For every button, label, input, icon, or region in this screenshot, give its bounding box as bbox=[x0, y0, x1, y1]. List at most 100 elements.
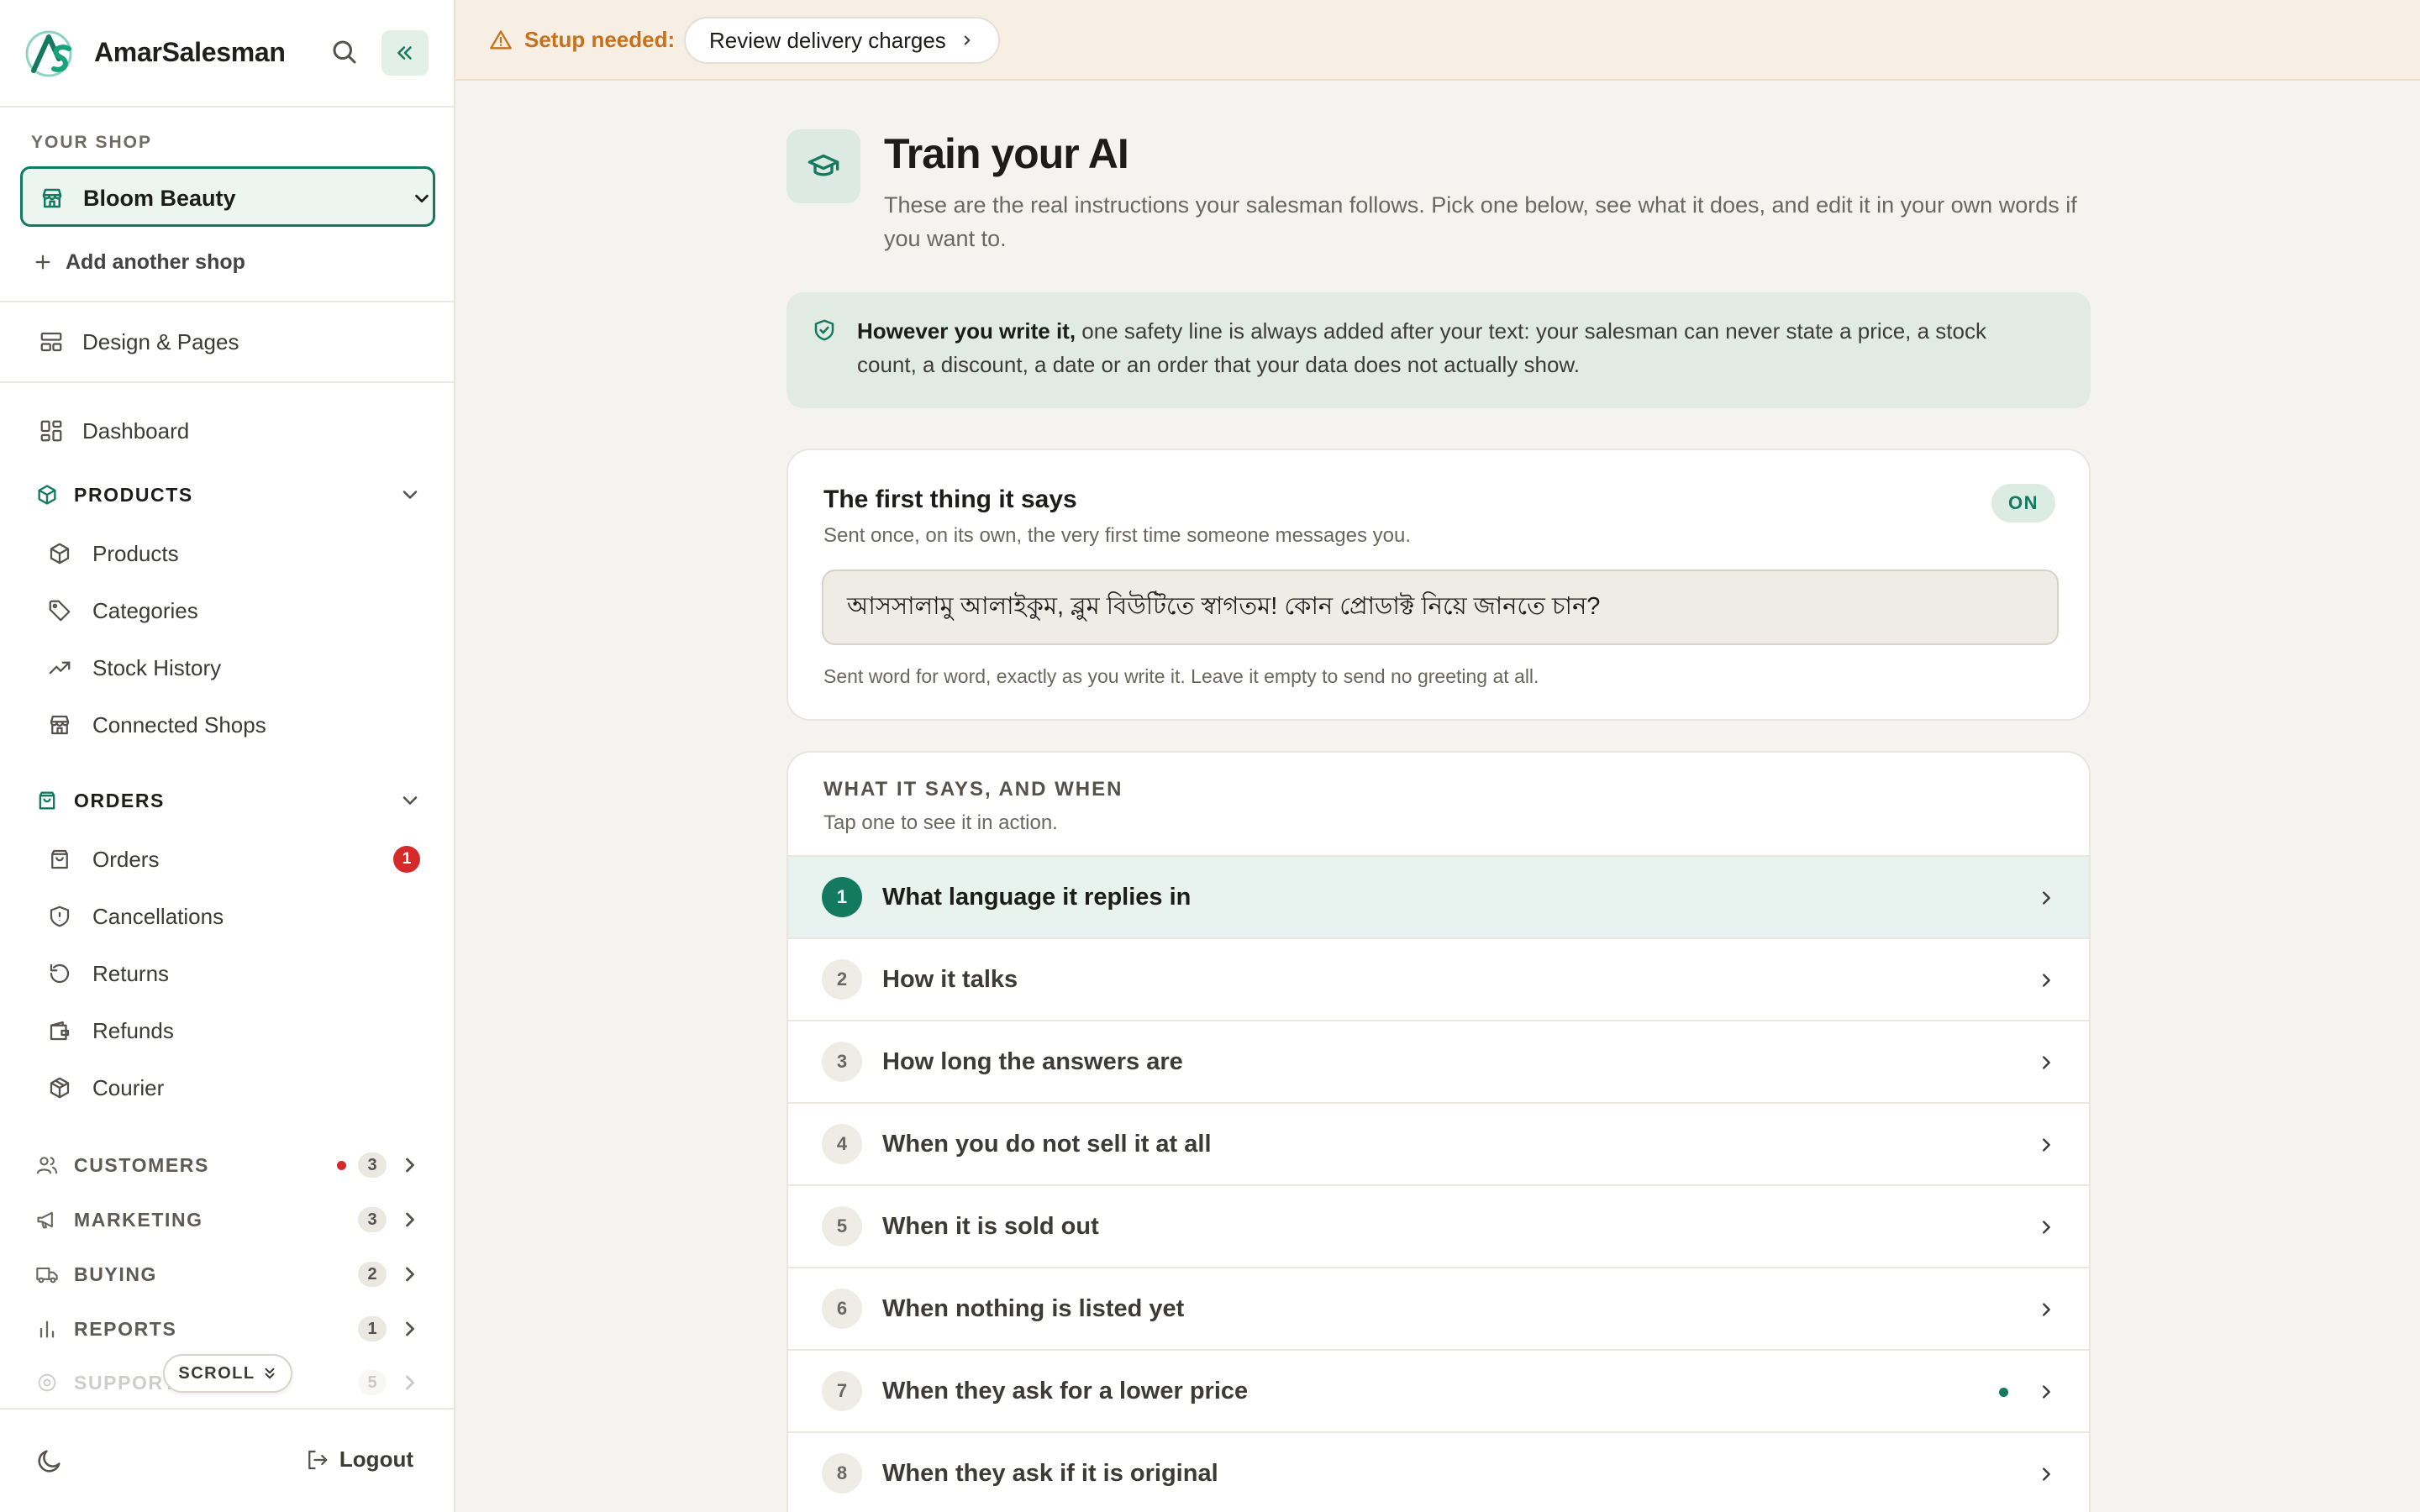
tag-icon bbox=[49, 600, 71, 622]
truck-icon bbox=[36, 1267, 58, 1284]
chevron-right-icon bbox=[2043, 1138, 2050, 1152]
rules-list: 1 What language it replies in 2 How it talk… bbox=[788, 855, 2089, 1512]
sidebar-group-orders[interactable]: ORDERS bbox=[35, 784, 422, 817]
sidebar-divider bbox=[0, 381, 454, 383]
group-label: SUPPORT bbox=[74, 1371, 177, 1394]
chevron-down-icon bbox=[402, 491, 418, 499]
sidebar-item-categories[interactable]: Categories bbox=[47, 594, 420, 627]
logout-icon bbox=[308, 1450, 328, 1469]
sidebar-item-courier[interactable]: Courier bbox=[47, 1071, 420, 1105]
chevron-right-icon bbox=[406, 1212, 414, 1227]
reports-count: 1 bbox=[358, 1316, 387, 1341]
rule-label: When nothing is listed yet bbox=[882, 1294, 1185, 1322]
main-content: Train your AI These are the real instruc… bbox=[455, 81, 2420, 1512]
rule-number: 2 bbox=[822, 959, 862, 1000]
chevron-right-icon bbox=[2043, 1056, 2050, 1069]
add-shop-button[interactable]: Add another shop bbox=[34, 247, 245, 277]
chevron-right-icon bbox=[2043, 1385, 2050, 1399]
rule-number: 5 bbox=[822, 1206, 862, 1247]
rule-row[interactable]: 4 When you do not sell it at all bbox=[788, 1104, 2089, 1186]
rules-list-card: WHAT IT SAYS, AND WHEN Tap one to see it… bbox=[786, 751, 2091, 1512]
rule-number: 4 bbox=[822, 1124, 862, 1164]
brand-name: AmarSalesman bbox=[94, 37, 286, 67]
chevron-right-icon bbox=[406, 1158, 414, 1173]
greeting-status-toggle[interactable]: ON bbox=[1991, 484, 2055, 522]
rule-label: How long the answers are bbox=[882, 1047, 1183, 1075]
bar-chart-icon bbox=[39, 1320, 55, 1338]
sidebar-item-refunds[interactable]: Refunds bbox=[47, 1014, 420, 1047]
shop-name: Bloom Beauty bbox=[83, 186, 236, 211]
setup-warning-label: Setup needed: bbox=[524, 27, 676, 52]
sidebar-group-marketing[interactable]: MARKETING 3 bbox=[35, 1203, 422, 1236]
plus-icon bbox=[35, 255, 50, 270]
wallet-icon bbox=[50, 1021, 70, 1041]
rule-number: 6 bbox=[822, 1289, 862, 1329]
grid-icon bbox=[40, 420, 62, 442]
store-icon bbox=[50, 715, 70, 735]
shopping-bag-icon bbox=[51, 849, 68, 869]
rule-row[interactable]: 6 When nothing is listed yet bbox=[788, 1268, 2089, 1351]
sidebar-item-label: Dashboard bbox=[82, 417, 190, 444]
group-label: ORDERS bbox=[74, 789, 166, 811]
shop-selector[interactable]: Bloom Beauty bbox=[20, 166, 435, 227]
sidebar-group-buying[interactable]: BUYING 2 bbox=[35, 1257, 422, 1291]
layout-icon bbox=[40, 332, 62, 352]
sidebar-group-products[interactable]: PRODUCTS bbox=[35, 478, 422, 512]
scroll-hint-label: SCROLL bbox=[178, 1363, 255, 1383]
sidebar-group-reports[interactable]: REPORTS 1 bbox=[35, 1312, 422, 1346]
double-chevron-left-icon bbox=[397, 46, 412, 60]
sidebar-item-cancellations[interactable]: Cancellations bbox=[47, 900, 420, 933]
chevron-right-icon bbox=[406, 1321, 414, 1336]
greeting-message-input[interactable]: আসসালামু আলাইকুম, ব্লুম বিউটিতে স্বাগতম!… bbox=[822, 570, 2059, 645]
collapse-sidebar-button[interactable] bbox=[381, 30, 429, 76]
customers-alert-dot bbox=[337, 1160, 346, 1170]
sidebar-group-customers[interactable]: CUSTOMERS 3 bbox=[35, 1148, 422, 1182]
trending-up-icon bbox=[49, 661, 71, 675]
sidebar-divider bbox=[0, 301, 454, 302]
rule-label: When they ask for a lower price bbox=[882, 1377, 1249, 1404]
rule-row[interactable]: 7 When they ask for a lower price bbox=[788, 1351, 2089, 1433]
logout-button[interactable]: Logout bbox=[304, 1446, 413, 1473]
rule-row[interactable]: 1 What language it replies in bbox=[788, 857, 2089, 939]
sidebar-item-stock-history[interactable]: Stock History bbox=[47, 651, 420, 685]
rules-heading: WHAT IT SAYS, AND WHEN bbox=[823, 778, 1123, 801]
sidebar-item-products[interactable]: Products bbox=[47, 537, 420, 570]
rule-row[interactable]: 3 How long the answers are bbox=[788, 1021, 2089, 1104]
sidebar-item-connected-shops[interactable]: Connected Shops bbox=[47, 708, 420, 742]
review-delivery-charges-button[interactable]: Review delivery charges bbox=[684, 17, 1000, 64]
greeting-subtitle: Sent once, on its own, the very first ti… bbox=[823, 524, 1411, 547]
rule-row[interactable]: 5 When it is sold out bbox=[788, 1186, 2089, 1268]
rule-label: When it is sold out bbox=[882, 1212, 1099, 1240]
rule-row[interactable]: 8 When they ask if it is original bbox=[788, 1433, 2089, 1512]
chevron-right-icon bbox=[2043, 974, 2050, 987]
shopping-bag-icon bbox=[39, 791, 55, 810]
sidebar-item-returns[interactable]: Returns bbox=[47, 957, 420, 990]
sidebar-item-label: Refunds bbox=[92, 1017, 174, 1043]
greeting-card: The first thing it says Sent once, on it… bbox=[786, 449, 2091, 721]
marketing-count: 3 bbox=[358, 1207, 387, 1232]
scroll-hint-button[interactable]: SCROLL bbox=[163, 1354, 292, 1393]
rule-number: 8 bbox=[822, 1453, 862, 1494]
rules-subheading: Tap one to see it in action. bbox=[823, 811, 1058, 834]
rotate-ccw-icon bbox=[50, 963, 70, 984]
search-icon[interactable] bbox=[329, 37, 360, 67]
page-subtitle: These are the real instructions your sal… bbox=[884, 192, 2077, 251]
store-icon bbox=[42, 188, 62, 208]
sidebar-item-dashboard[interactable]: Dashboard bbox=[39, 414, 189, 448]
sidebar-footer: Logout bbox=[0, 1408, 454, 1512]
logout-label: Logout bbox=[339, 1446, 413, 1472]
double-chevron-down-icon bbox=[265, 1368, 275, 1379]
safety-text: However you write it, one safety line is… bbox=[857, 314, 2050, 381]
sidebar-item-design-pages[interactable]: Design & Pages bbox=[39, 325, 239, 359]
orders-count-badge: 1 bbox=[393, 846, 420, 873]
brand-header: AmarSalesman bbox=[0, 0, 454, 108]
customers-count: 3 bbox=[358, 1152, 387, 1178]
moon-icon[interactable] bbox=[35, 1446, 64, 1475]
sidebar-item-orders[interactable]: Orders 1 bbox=[47, 843, 420, 876]
edited-indicator-dot bbox=[1999, 1388, 2008, 1397]
graduation-cap-icon bbox=[786, 129, 860, 203]
sidebar-item-label: Courier bbox=[92, 1074, 165, 1100]
rule-row[interactable]: 2 How it talks bbox=[788, 939, 2089, 1021]
chevron-right-icon bbox=[406, 1375, 414, 1390]
sidebar-item-label: Cancellations bbox=[92, 903, 224, 929]
